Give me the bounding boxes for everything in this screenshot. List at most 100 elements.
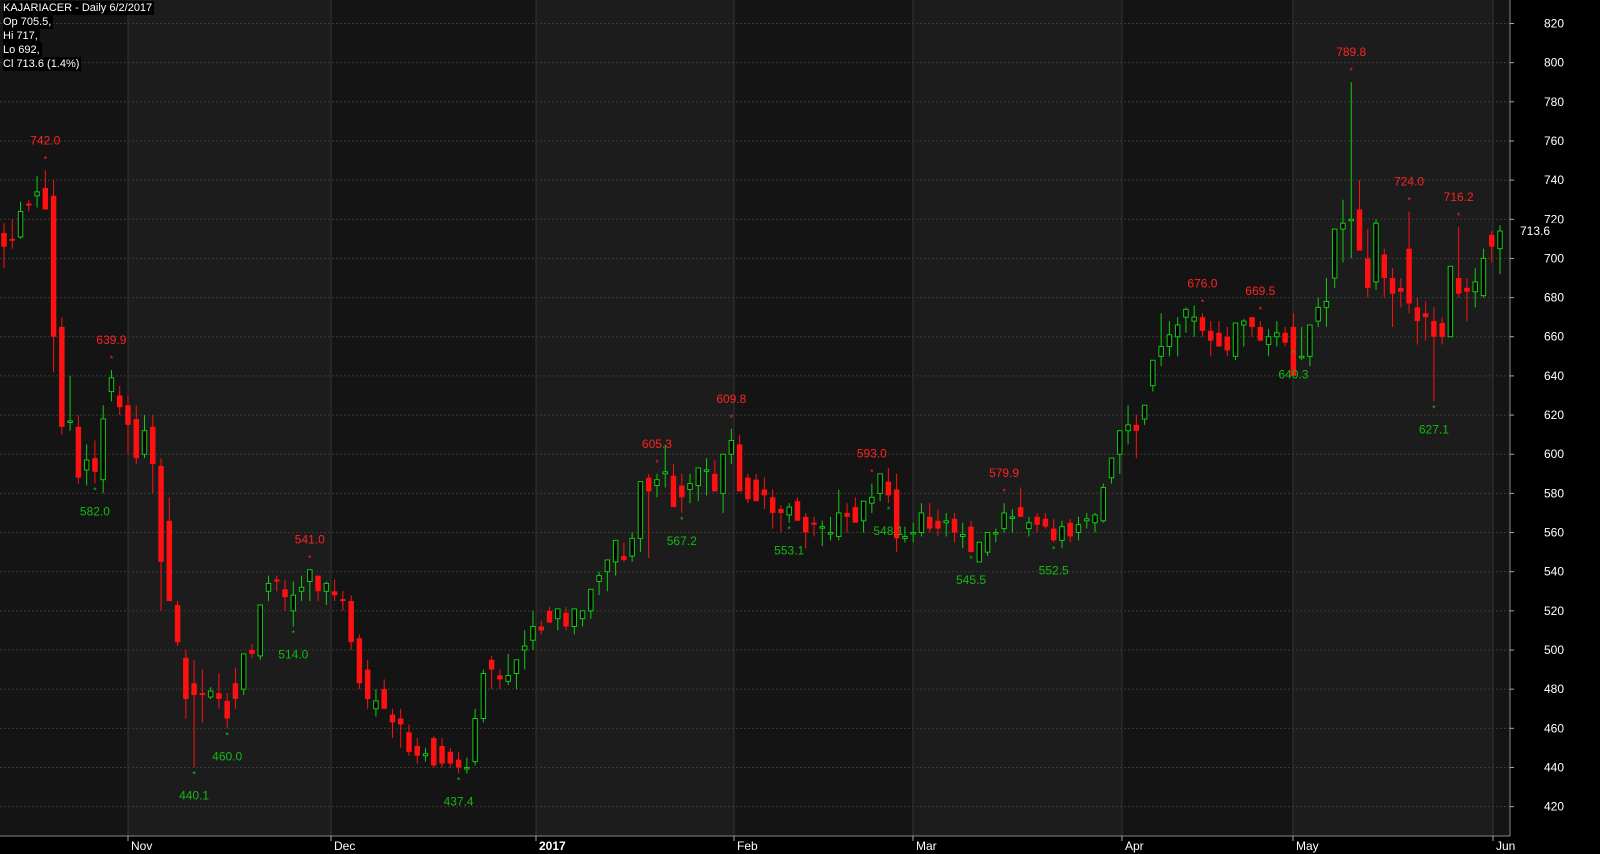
price-tick-label: 420: [1544, 800, 1564, 814]
price-tick-label: 780: [1544, 95, 1564, 109]
price-tick-label: 800: [1544, 56, 1564, 70]
candle-body-up: [571, 608, 578, 628]
candle: [257, 604, 263, 660]
candle-body-down: [546, 610, 553, 623]
candle-body-up: [993, 532, 999, 535]
candle-body-down: [356, 638, 363, 684]
candle-body-up: [17, 210, 24, 238]
candle-body-up: [596, 575, 602, 582]
candle-body-up: [34, 191, 40, 197]
candle-body-up: [579, 610, 586, 620]
annotation-marker: *: [44, 154, 48, 164]
candle-body-down: [1381, 254, 1388, 279]
candle-body-down: [852, 507, 859, 523]
date-tick-label: Dec: [334, 839, 355, 853]
candle-body-down: [769, 497, 776, 513]
candle-body-down: [191, 683, 197, 696]
candle-body-up: [869, 496, 875, 504]
swing-high-label: 789.8: [1336, 45, 1366, 59]
annotation-marker: *: [1002, 487, 1006, 497]
candle: [745, 473, 751, 504]
candle-body-up: [100, 418, 106, 481]
candle-body-up: [521, 645, 528, 651]
candle-body-down: [745, 477, 751, 500]
candle-body-down: [1365, 258, 1371, 288]
date-tick-label: Nov: [131, 839, 152, 853]
candle-body-up: [555, 608, 561, 620]
candle-body-down: [926, 516, 933, 529]
candle-body-up: [1183, 308, 1189, 318]
candle: [174, 601, 181, 647]
candle-body-up: [1307, 324, 1313, 357]
date-tick-label: 2017: [539, 839, 566, 853]
candle-body-up: [265, 582, 272, 592]
candle-body-down: [1017, 507, 1024, 517]
candle: [480, 669, 487, 723]
candle-body-down: [538, 626, 544, 631]
candle-body-up: [654, 479, 660, 487]
date-axis-panel: [0, 836, 1600, 854]
candle-body-up: [612, 539, 619, 563]
annotation-marker: *: [1432, 403, 1436, 413]
candle-body-up: [1323, 301, 1330, 308]
swing-low-label: 640.3: [1278, 368, 1308, 382]
candle-body-down: [166, 520, 173, 602]
price-tick-label: 640: [1544, 369, 1564, 383]
high-value: Hi 717,: [3, 29, 40, 43]
candle: [100, 405, 106, 494]
swing-low-label: 627.1: [1419, 422, 1449, 436]
candle-body-up: [1348, 218, 1354, 222]
price-tick-label: 440: [1544, 760, 1564, 774]
candle-body-up: [687, 483, 693, 490]
swing-low-label: 582.0: [80, 505, 110, 519]
candle-body-down: [447, 751, 454, 764]
swing-high-label: 724.0: [1394, 174, 1424, 188]
swing-low-label: 440.1: [179, 788, 209, 802]
candle-body-down: [1431, 321, 1437, 337]
candle-body-up: [480, 672, 487, 720]
candle-body-up: [464, 766, 470, 770]
candle-body-down: [1224, 336, 1230, 351]
candle-body-down: [621, 556, 627, 560]
candle-body-up: [257, 604, 263, 657]
candle-body-down: [183, 657, 189, 699]
swing-low-label: 545.5: [956, 573, 986, 587]
candle-body-up: [290, 594, 297, 612]
candle-body-down: [563, 612, 569, 627]
candle-body-up: [943, 520, 949, 524]
candle-body-down: [753, 479, 759, 502]
candle-body-up: [472, 718, 478, 763]
candle-body-down: [133, 418, 139, 459]
ohlc-info-panel: KAJARIACER - Daily 6/2/2017 Op 705.5, Hi…: [3, 1, 155, 71]
candle-body-down: [1050, 528, 1057, 541]
candle-body-up: [695, 467, 702, 487]
swing-high-label: 742.0: [30, 133, 60, 147]
candle-body-down: [1042, 518, 1049, 527]
candle-body-down: [1133, 424, 1140, 431]
candle-body-down: [455, 759, 462, 768]
candle-body-down: [216, 693, 222, 699]
candle-body-up: [1331, 228, 1338, 279]
annotation-marker: *: [1457, 211, 1461, 221]
annotation-marker: *: [730, 413, 734, 423]
candle-body-down: [224, 700, 230, 719]
candle-body-up: [918, 512, 925, 534]
swing-low-label: 460.0: [212, 749, 242, 763]
candle-body-down: [249, 650, 255, 654]
candle-body-down: [9, 238, 15, 241]
candle-body-down: [1249, 317, 1255, 327]
candle: [1100, 483, 1106, 523]
price-tick-label: 620: [1544, 408, 1564, 422]
month-band: [1293, 0, 1493, 836]
candle-body-down: [150, 426, 156, 465]
candle-body-up: [827, 532, 834, 535]
candle: [984, 532, 991, 557]
candle-body-up: [1059, 526, 1065, 541]
candle-body-down: [348, 601, 354, 643]
candle-body-down: [75, 426, 82, 478]
annotation-marker: *: [680, 515, 684, 525]
date-tick-label: Apr: [1125, 839, 1144, 853]
candle-body-up: [1150, 359, 1156, 387]
candle-body-up: [373, 700, 379, 710]
candle-body-up: [1009, 516, 1016, 519]
